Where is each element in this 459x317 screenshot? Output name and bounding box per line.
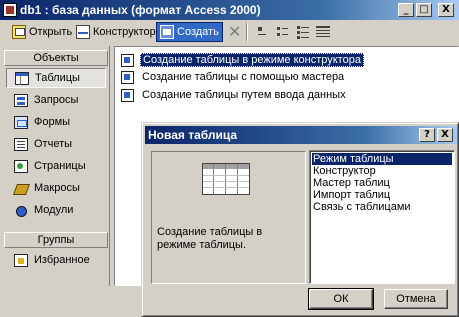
object-item-label: Страницы xyxy=(34,160,86,172)
list-item-import-table[interactable]: Импорт таблиц xyxy=(312,189,452,201)
groups-header[interactable]: Группы xyxy=(4,232,108,248)
dialog-title-bar[interactable]: Новая таблица ? X xyxy=(145,126,457,144)
object-item-reports[interactable]: Отчеты xyxy=(6,134,106,154)
page-icon xyxy=(14,159,28,173)
database-icon[interactable] xyxy=(3,3,17,17)
list-item[interactable]: Создание таблицы в режиме конструктора xyxy=(121,52,364,68)
list-item-label: Создание таблицы с помощью мастера xyxy=(142,71,345,83)
dialog-close-button[interactable]: X xyxy=(437,128,453,142)
database-toolbar: Открыть Конструктор Создать ✕ xyxy=(0,20,459,44)
open-button[interactable]: Открыть xyxy=(12,22,72,42)
object-item-label: Формы xyxy=(34,116,71,128)
dialog-title: Новая таблица xyxy=(148,128,238,142)
object-item-label: Отчеты xyxy=(34,138,73,150)
details-view-icon[interactable] xyxy=(316,25,330,39)
object-item-label: Макросы xyxy=(34,182,80,194)
list-item[interactable]: Создание таблицы с помощью мастера xyxy=(121,69,346,85)
object-item-pages[interactable]: Страницы xyxy=(6,156,106,176)
design-icon xyxy=(76,25,90,39)
toolbar-separator xyxy=(246,23,248,41)
list-view-icon[interactable] xyxy=(296,25,310,39)
list-item-label: Создание таблицы в режиме конструктора xyxy=(140,53,364,67)
open-button-label: Открыть xyxy=(29,26,73,38)
new-button-label: Создать xyxy=(177,26,219,38)
query-icon xyxy=(14,93,28,107)
title-bar[interactable]: db1 : база данных (формат Access 2000) _… xyxy=(0,0,459,20)
table-type-list[interactable]: Режим таблицы Конструктор Мастер таблиц … xyxy=(309,150,455,284)
new-table-dialog: Новая таблица ? X Создание таблицы в реж… xyxy=(141,122,459,317)
shortcut-icon xyxy=(121,88,134,102)
minimize-button[interactable]: _ xyxy=(398,3,414,17)
list-item[interactable]: Создание таблицы путем ввода данных xyxy=(121,87,348,103)
table-icon xyxy=(15,71,29,85)
new-icon xyxy=(160,25,174,39)
help-button[interactable]: ? xyxy=(419,128,435,142)
objects-pane: Объекты Таблицы Запросы Формы Отчеты Стр… xyxy=(4,46,110,286)
shortcut-icon xyxy=(121,70,134,84)
object-item-modules[interactable]: Модули xyxy=(6,200,106,220)
form-icon xyxy=(14,115,28,129)
object-item-tables[interactable]: Таблицы xyxy=(6,68,106,88)
object-item-label: Таблицы xyxy=(35,72,80,84)
cancel-button[interactable]: Отмена xyxy=(384,289,448,309)
small-icons-view-icon[interactable] xyxy=(276,25,290,39)
object-item-label: Запросы xyxy=(34,94,79,106)
option-description: Создание таблицы в режиме таблицы. xyxy=(157,226,263,251)
list-item-label: Создание таблицы путем ввода данных xyxy=(142,89,346,101)
close-button[interactable]: X xyxy=(438,3,454,17)
favorites-icon xyxy=(14,253,28,267)
list-item-design-view[interactable]: Конструктор xyxy=(312,165,452,177)
datasheet-icon xyxy=(202,163,250,195)
maximize-button[interactable]: □ xyxy=(416,3,432,17)
list-item-table-wizard[interactable]: Мастер таблиц xyxy=(312,177,452,189)
shortcut-icon xyxy=(121,53,134,67)
new-button[interactable]: Создать xyxy=(156,22,223,42)
report-icon xyxy=(14,137,28,151)
list-item-link-table[interactable]: Связь с таблицами xyxy=(312,201,452,213)
large-icons-view-icon[interactable] xyxy=(256,25,270,39)
module-icon xyxy=(14,204,28,217)
delete-icon[interactable]: ✕ xyxy=(228,22,241,41)
open-icon xyxy=(12,25,26,39)
macro-icon xyxy=(14,182,28,195)
object-item-forms[interactable]: Формы xyxy=(6,112,106,132)
window-title: db1 : база данных (формат Access 2000) xyxy=(20,3,261,17)
ok-button[interactable]: ОК xyxy=(308,288,374,310)
object-item-queries[interactable]: Запросы xyxy=(6,90,106,110)
group-item-label: Избранное xyxy=(34,254,90,266)
objects-header[interactable]: Объекты xyxy=(4,50,108,66)
object-item-label: Модули xyxy=(34,204,74,216)
object-item-macros[interactable]: Макросы xyxy=(6,178,106,198)
preview-panel: Создание таблицы в режиме таблицы. xyxy=(151,151,306,284)
group-item-favorites[interactable]: Избранное xyxy=(6,250,106,270)
design-button[interactable]: Конструктор xyxy=(76,22,156,42)
list-item-datasheet-view[interactable]: Режим таблицы xyxy=(312,153,452,165)
design-button-label: Конструктор xyxy=(93,26,156,38)
